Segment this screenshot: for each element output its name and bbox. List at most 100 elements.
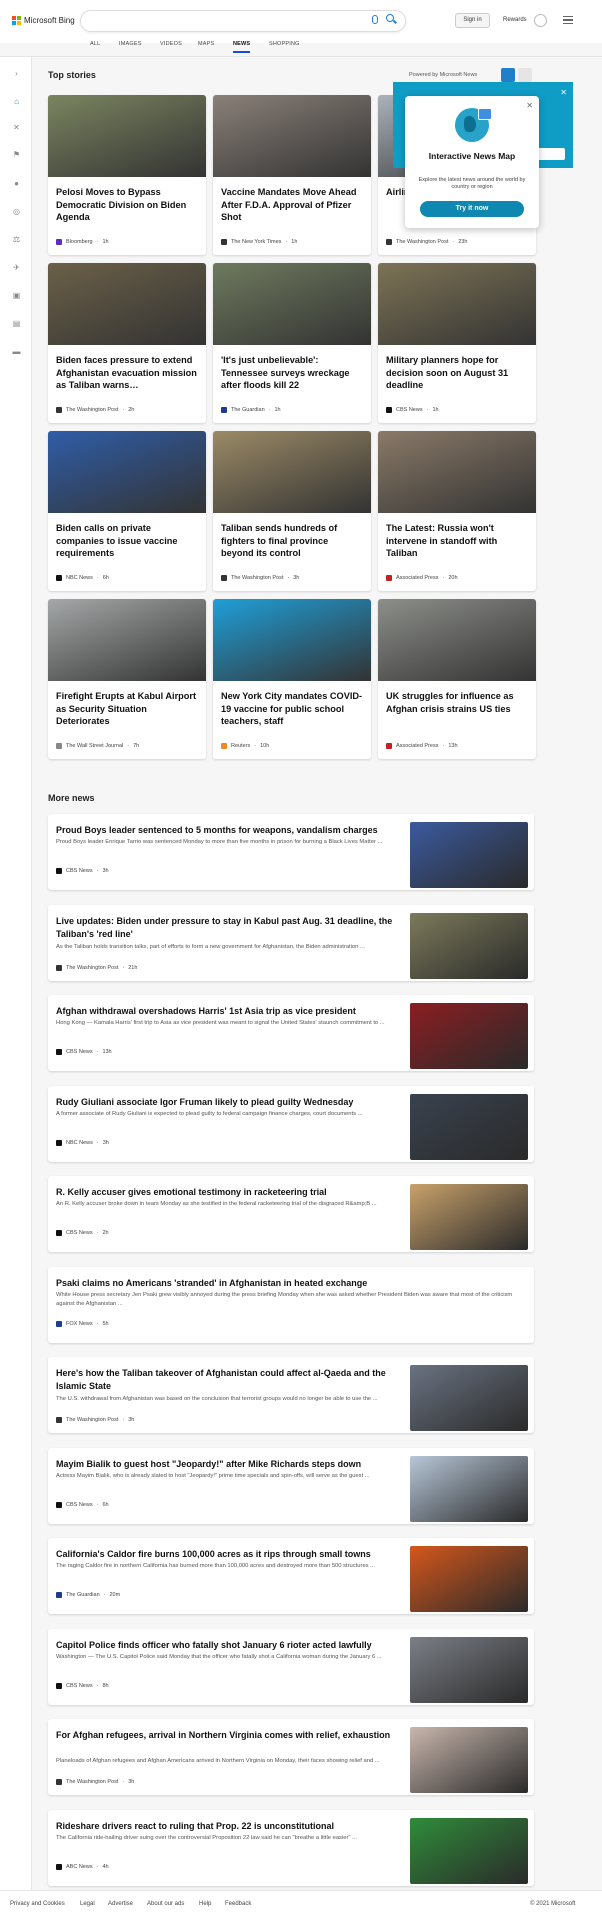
story-title[interactable]: 'It's just unbelievable': Tennessee surv…	[221, 354, 363, 392]
expand-icon[interactable]: ›	[12, 69, 21, 78]
story-card[interactable]: Biden calls on private companies to issu…	[48, 431, 206, 591]
rewards-trophy-icon[interactable]	[534, 14, 547, 27]
story-image[interactable]	[213, 95, 371, 177]
close-icon[interactable]: ✕	[560, 88, 567, 97]
news-title[interactable]: Proud Boys leader sentenced to 5 months …	[56, 824, 396, 837]
news-image[interactable]	[410, 1455, 528, 1522]
shuffle-icon[interactable]: ✕	[12, 123, 21, 132]
science-icon[interactable]: ✈	[12, 263, 21, 272]
footer-link-feedback[interactable]: Feedback	[225, 1901, 251, 1907]
bing-logo[interactable]: Microsoft Bing	[12, 16, 75, 25]
story-card[interactable]: Biden faces pressure to extend Afghanist…	[48, 263, 206, 423]
news-item[interactable]: Rideshare drivers react to ruling that P…	[48, 1809, 534, 1886]
story-image[interactable]	[213, 263, 371, 345]
story-image[interactable]	[48, 95, 206, 177]
news-item[interactable]: Afghan withdrawal overshadows Harris' 1s…	[48, 995, 534, 1071]
news-item[interactable]: Proud Boys leader sentenced to 5 months …	[48, 814, 534, 890]
story-card[interactable]: UK struggles for influence as Afghan cri…	[378, 599, 536, 759]
business-icon[interactable]: ▤	[12, 319, 21, 328]
story-image[interactable]	[48, 263, 206, 345]
flag-icon[interactable]: ⚑	[12, 150, 21, 159]
home-icon[interactable]: ⌂	[12, 97, 21, 106]
footer-link-about-ads[interactable]: About our ads	[147, 1901, 184, 1907]
story-title[interactable]: Pelosi Moves to Bypass Democratic Divisi…	[56, 186, 198, 224]
footer-link-privacy[interactable]: Privacy and Cookies	[10, 1901, 65, 1907]
news-title[interactable]: R. Kelly accuser gives emotional testimo…	[56, 1186, 396, 1199]
search-icon[interactable]	[386, 14, 394, 22]
story-image[interactable]	[378, 263, 536, 345]
story-title[interactable]: UK struggles for influence as Afghan cri…	[386, 690, 528, 715]
story-image[interactable]	[378, 431, 536, 513]
news-title[interactable]: Capitol Police finds officer who fatally…	[56, 1639, 396, 1652]
story-image[interactable]	[48, 431, 206, 513]
story-image[interactable]	[48, 599, 206, 681]
story-title[interactable]: Firefight Erupts at Kabul Airport as Sec…	[56, 690, 198, 728]
story-card[interactable]: New York City mandates COVID-19 vaccine …	[213, 599, 371, 759]
menu-icon[interactable]	[563, 16, 573, 24]
tab-all[interactable]: ALL	[90, 41, 100, 53]
news-image[interactable]	[410, 912, 528, 979]
news-image[interactable]	[410, 1184, 528, 1250]
footer-link-advertise[interactable]: Advertise	[108, 1901, 133, 1907]
news-title[interactable]: California's Caldor fire burns 100,000 a…	[56, 1548, 396, 1561]
news-item[interactable]: Mayim Bialik to guest host "Jeopardy!" a…	[48, 1447, 534, 1524]
story-title[interactable]: The Latest: Russia won't intervene in st…	[386, 522, 528, 560]
money-icon[interactable]: ▬	[12, 347, 21, 356]
news-title[interactable]: For Afghan refugees, arrival in Northern…	[56, 1729, 396, 1742]
news-item[interactable]: Here's how the Taliban takeover of Afgha…	[48, 1357, 534, 1433]
news-image[interactable]	[410, 1546, 528, 1612]
story-title[interactable]: Taliban sends hundreds of fighters to fi…	[221, 522, 363, 560]
news-item[interactable]: Psaki claims no Americans 'stranded' in …	[48, 1266, 534, 1343]
news-item[interactable]: Capitol Police finds officer who fatally…	[48, 1628, 534, 1705]
footer-link-help[interactable]: Help	[199, 1901, 211, 1907]
entertainment-icon[interactable]: ▣	[12, 291, 21, 300]
story-title[interactable]: Biden calls on private companies to issu…	[56, 522, 198, 560]
tab-maps[interactable]: MAPS	[198, 41, 214, 53]
microphone-icon[interactable]	[372, 15, 378, 24]
story-title[interactable]: Vaccine Mandates Move Ahead After F.D.A.…	[221, 186, 363, 224]
tab-news[interactable]: NEWS	[233, 41, 251, 53]
close-icon[interactable]: ✕	[526, 101, 533, 110]
news-image[interactable]	[410, 1093, 528, 1160]
news-image[interactable]	[410, 822, 528, 888]
try-it-now-button[interactable]: Try it now	[420, 201, 524, 217]
story-card[interactable]: 'It's just unbelievable': Tennessee surv…	[213, 263, 371, 423]
story-card[interactable]: The Latest: Russia won't intervene in st…	[378, 431, 536, 591]
story-card[interactable]: Military planners hope for decision soon…	[378, 263, 536, 423]
story-title[interactable]: Biden faces pressure to extend Afghanist…	[56, 354, 198, 392]
map-view-icon[interactable]	[518, 68, 532, 82]
news-title[interactable]: Mayim Bialik to guest host "Jeopardy!" a…	[56, 1458, 396, 1471]
news-image[interactable]	[410, 1365, 528, 1431]
news-image[interactable]	[410, 1003, 528, 1069]
news-title[interactable]: Afghan withdrawal overshadows Harris' 1s…	[56, 1005, 396, 1018]
location-icon[interactable]: ●	[12, 179, 21, 188]
news-item[interactable]: California's Caldor fire burns 100,000 a…	[48, 1538, 534, 1614]
news-title[interactable]: Rudy Giuliani associate Igor Fruman like…	[56, 1096, 396, 1109]
story-image[interactable]	[213, 431, 371, 513]
tab-videos[interactable]: VIDEOS	[160, 41, 182, 53]
grid-view-icon[interactable]	[501, 68, 515, 82]
news-title[interactable]: Psaki claims no Americans 'stranded' in …	[56, 1277, 522, 1290]
news-item[interactable]: R. Kelly accuser gives emotional testimo…	[48, 1176, 534, 1252]
search-input[interactable]	[80, 10, 406, 32]
news-image[interactable]	[410, 1727, 528, 1793]
story-image[interactable]	[378, 599, 536, 681]
footer-link-legal[interactable]: Legal	[80, 1901, 95, 1907]
story-card[interactable]: Pelosi Moves to Bypass Democratic Divisi…	[48, 95, 206, 255]
news-item[interactable]: Rudy Giuliani associate Igor Fruman like…	[48, 1085, 534, 1162]
sign-in-button[interactable]: Sign in	[455, 13, 490, 28]
news-item[interactable]: For Afghan refugees, arrival in Northern…	[48, 1719, 534, 1795]
story-image[interactable]	[213, 599, 371, 681]
story-title[interactable]: Military planners hope for decision soon…	[386, 354, 528, 392]
news-item[interactable]: Live updates: Biden under pressure to st…	[48, 904, 534, 981]
rewards-link[interactable]: Rewards	[503, 17, 527, 23]
news-title[interactable]: Live updates: Biden under pressure to st…	[56, 915, 396, 941]
story-title[interactable]: New York City mandates COVID-19 vaccine …	[221, 690, 363, 728]
politics-icon[interactable]: ⚖	[12, 235, 21, 244]
news-title[interactable]: Rideshare drivers react to ruling that P…	[56, 1820, 396, 1833]
story-card[interactable]: Firefight Erupts at Kabul Airport as Sec…	[48, 599, 206, 759]
tab-shopping[interactable]: SHOPPING	[269, 41, 300, 53]
globe-icon[interactable]: ◎	[12, 207, 21, 216]
news-title[interactable]: Here's how the Taliban takeover of Afgha…	[56, 1367, 396, 1393]
tab-images[interactable]: IMAGES	[119, 41, 142, 53]
